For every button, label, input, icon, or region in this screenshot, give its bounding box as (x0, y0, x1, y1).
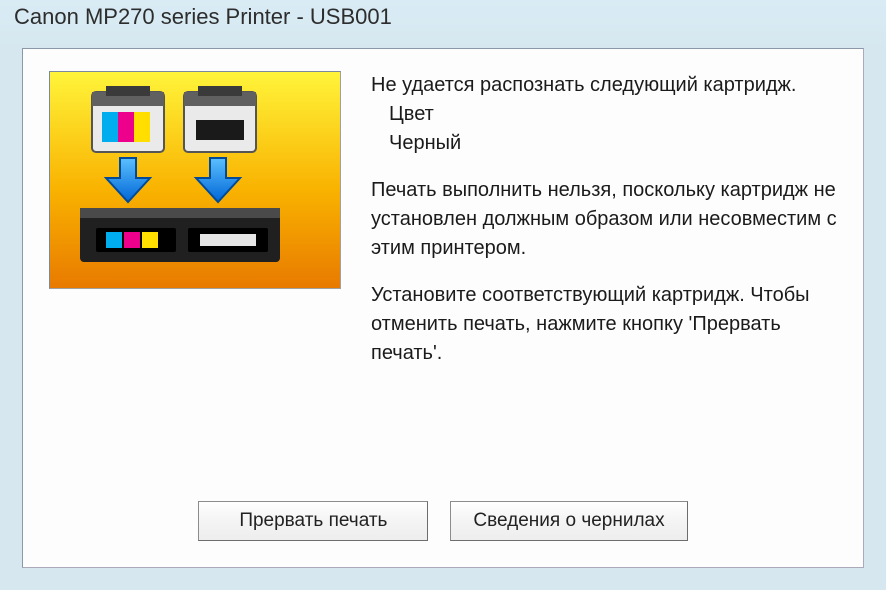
msg-line1: Не удается распознать следующий картридж… (371, 71, 837, 100)
msg-color: Цвет (371, 100, 837, 129)
content-row: Не удается распознать следующий картридж… (49, 71, 837, 386)
cancel-print-button[interactable]: Прервать печать (198, 501, 428, 541)
msg-para2: Печать выполнить нельзя, поскольку картр… (371, 176, 837, 263)
cartridge-icon (50, 72, 340, 288)
msg-black: Черный (371, 129, 837, 158)
button-row: Прервать печать Сведения о чернилах (23, 501, 863, 541)
message-block-1: Не удается распознать следующий картридж… (371, 71, 837, 158)
ink-info-button[interactable]: Сведения о чернилах (450, 501, 687, 541)
cartridge-illustration (49, 71, 341, 289)
msg-para3: Установите соответствующий картридж. Что… (371, 281, 837, 368)
window-title: Canon MP270 series Printer - USB001 (0, 0, 886, 40)
message-text: Не удается распознать следующий картридж… (371, 71, 837, 386)
dialog-panel: Не удается распознать следующий картридж… (22, 48, 864, 568)
dialog-window: Canon MP270 series Printer - USB001 (0, 0, 886, 590)
